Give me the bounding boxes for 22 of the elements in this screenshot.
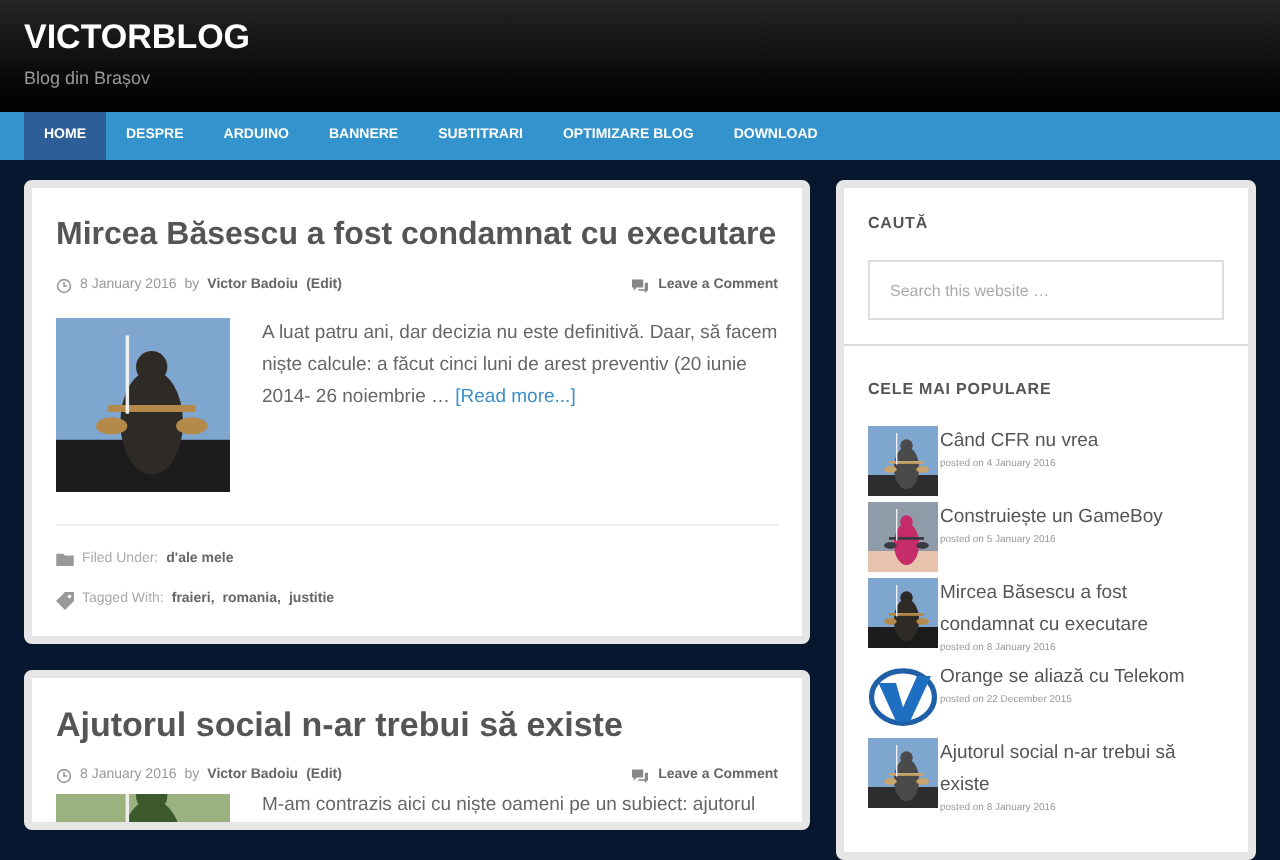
speech-bubble-icon <box>630 278 651 295</box>
widget-heading: CELE MAI POPULARE <box>868 378 1054 402</box>
popular-post-link[interactable]: Construiește un GameBoy <box>940 502 1163 534</box>
post-excerpt: A luat patru ani, dar decizia nu este definitivă. Daar, să facem niște calcule: a făcut cinci luni de arest preventiv (20 iunie 2014- 26 noiembrie … [Read more...] <box>262 319 778 411</box>
folder-icon <box>56 552 74 567</box>
tag-icon <box>56 591 74 610</box>
site-title[interactable]: VICTORBLOG <box>24 16 1256 59</box>
popular-post-link[interactable]: Când CFR nu vrea <box>940 426 1099 458</box>
popular-post-link[interactable]: Orange se aliază cu Telekom <box>940 662 1185 694</box>
post-title[interactable]: Ajutorul social n-ar trebui să existe <box>56 701 778 749</box>
post-excerpt: M-am contrazis aici cu niște oameni pe un subiect: ajutorul <box>262 794 756 820</box>
search-field[interactable]: Search this website … <box>868 260 1224 320</box>
speech-bubble-icon <box>630 767 651 784</box>
widget-heading: CAUTĂ <box>868 212 930 236</box>
logo-icon <box>868 662 938 732</box>
site-tagline: Blog din Brașov <box>24 66 153 93</box>
post-title[interactable]: Mircea Băsescu a fost condamnat cu executare <box>56 212 778 260</box>
popular-post-link[interactable]: Mircea Băsescu a fost condamnat cu executare <box>940 578 1224 642</box>
popular-post-link[interactable]: Ajutorul social n-ar trebui să existe <box>940 738 1224 802</box>
read-more-link[interactable]: [Read more...] <box>455 385 576 407</box>
clock-icon <box>56 278 72 295</box>
clock-icon <box>56 767 72 784</box>
